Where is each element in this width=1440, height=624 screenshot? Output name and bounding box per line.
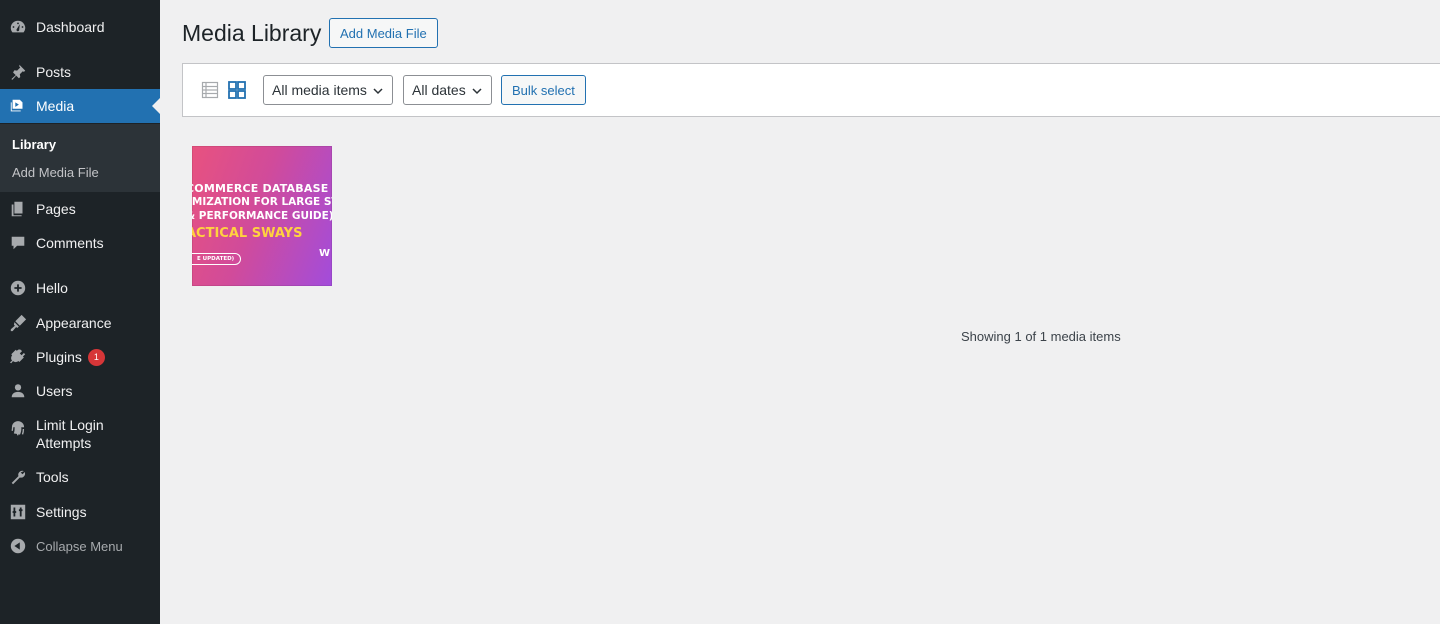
chevron-down-icon	[472, 88, 482, 95]
sidebar-item-label: Tools	[36, 469, 69, 485]
fingerprint-icon	[8, 419, 28, 439]
admin-sidebar: Dashboard Posts Media Library Add Media …	[0, 0, 160, 624]
thumbnail-text: & PERFORMANCE GUIDE)	[192, 210, 332, 222]
media-toolbar: All media items All dates Bulk select	[182, 63, 1440, 117]
collapse-arrow-icon	[8, 536, 28, 556]
chevron-down-icon	[373, 88, 383, 95]
sidebar-item-plugins[interactable]: Plugins 1	[0, 340, 160, 374]
sidebar-item-label: Hello	[36, 280, 68, 296]
comment-icon	[8, 233, 28, 253]
media-type-filter-select[interactable]: All media items	[263, 75, 393, 105]
sidebar-item-label: Settings	[36, 504, 87, 520]
thumbnail-text: IMIZATION FOR LARGE STORES	[192, 196, 332, 208]
dashboard-icon	[8, 17, 28, 37]
date-filter-value: All dates	[412, 82, 466, 98]
sidebar-item-hello[interactable]: Hello	[0, 271, 160, 305]
thumbnail-text: COMMERCE DATABASE	[192, 182, 329, 195]
plug-icon	[8, 347, 28, 367]
media-type-filter-value: All media items	[272, 82, 367, 98]
list-view-icon[interactable]	[199, 79, 221, 101]
sidebar-item-label: Limit Login Attempts	[36, 416, 104, 452]
add-media-file-button[interactable]: Add Media File	[329, 18, 438, 48]
plugin-updates-badge: 1	[87, 348, 105, 366]
sidebar-item-label: Appearance	[36, 315, 112, 331]
collapse-menu-button[interactable]: Collapse Menu	[0, 529, 160, 563]
sidebar-item-label-line2: Attempts	[36, 435, 92, 451]
media-attachment-thumbnail[interactable]: COMMERCE DATABASE IMIZATION FOR LARGE ST…	[192, 146, 332, 286]
sidebar-item-pages[interactable]: Pages	[0, 192, 160, 226]
brush-icon	[8, 313, 28, 333]
sidebar-item-label: Pages	[36, 201, 76, 217]
media-count-status: Showing 1 of 1 media items	[961, 329, 1121, 344]
sidebar-item-settings[interactable]: Settings	[0, 495, 160, 529]
sidebar-item-label: Comments	[36, 235, 104, 251]
wrench-icon	[8, 467, 28, 487]
media-submenu: Library Add Media File	[0, 124, 160, 192]
sidebar-item-label: Users	[36, 383, 73, 399]
sliders-icon	[8, 502, 28, 522]
sidebar-item-label: Plugins	[36, 349, 82, 365]
page-title: Media Library	[182, 20, 322, 46]
thumbnail-mark: W	[318, 248, 330, 259]
sidebar-item-label: Posts	[36, 64, 72, 80]
user-icon	[8, 381, 28, 401]
sidebar-item-label-line1: Limit Login	[36, 417, 104, 433]
thumbnail-text: ACTICAL SWAYS	[192, 226, 303, 241]
sidebar-item-users[interactable]: Users	[0, 374, 160, 408]
pin-icon	[8, 62, 28, 82]
sidebar-item-label: Dashboard	[36, 19, 105, 35]
sidebar-item-tools[interactable]: Tools	[0, 460, 160, 494]
bulk-select-button[interactable]: Bulk select	[501, 75, 586, 105]
sidebar-item-media[interactable]: Media	[0, 89, 160, 123]
sidebar-item-appearance[interactable]: Appearance	[0, 306, 160, 340]
sidebar-item-posts[interactable]: Posts	[0, 55, 160, 89]
sidebar-item-limit-login-attempts[interactable]: Limit Login Attempts	[0, 416, 160, 466]
sidebar-item-label: Collapse Menu	[36, 538, 123, 554]
sidebar-item-comments[interactable]: Comments	[0, 226, 160, 260]
thumbnail-pill: E UPDATED)	[192, 253, 242, 265]
pages-icon	[8, 199, 28, 219]
grid-view-icon[interactable]	[226, 79, 248, 101]
plus-circle-icon	[8, 278, 28, 298]
sidebar-item-label: Media	[36, 98, 75, 114]
sidebar-item-dashboard[interactable]: Dashboard	[0, 10, 160, 44]
submenu-item-library[interactable]: Library	[12, 137, 56, 152]
date-filter-select[interactable]: All dates	[403, 75, 492, 105]
media-icon	[8, 96, 28, 116]
submenu-item-add-media-file[interactable]: Add Media File	[12, 165, 99, 180]
